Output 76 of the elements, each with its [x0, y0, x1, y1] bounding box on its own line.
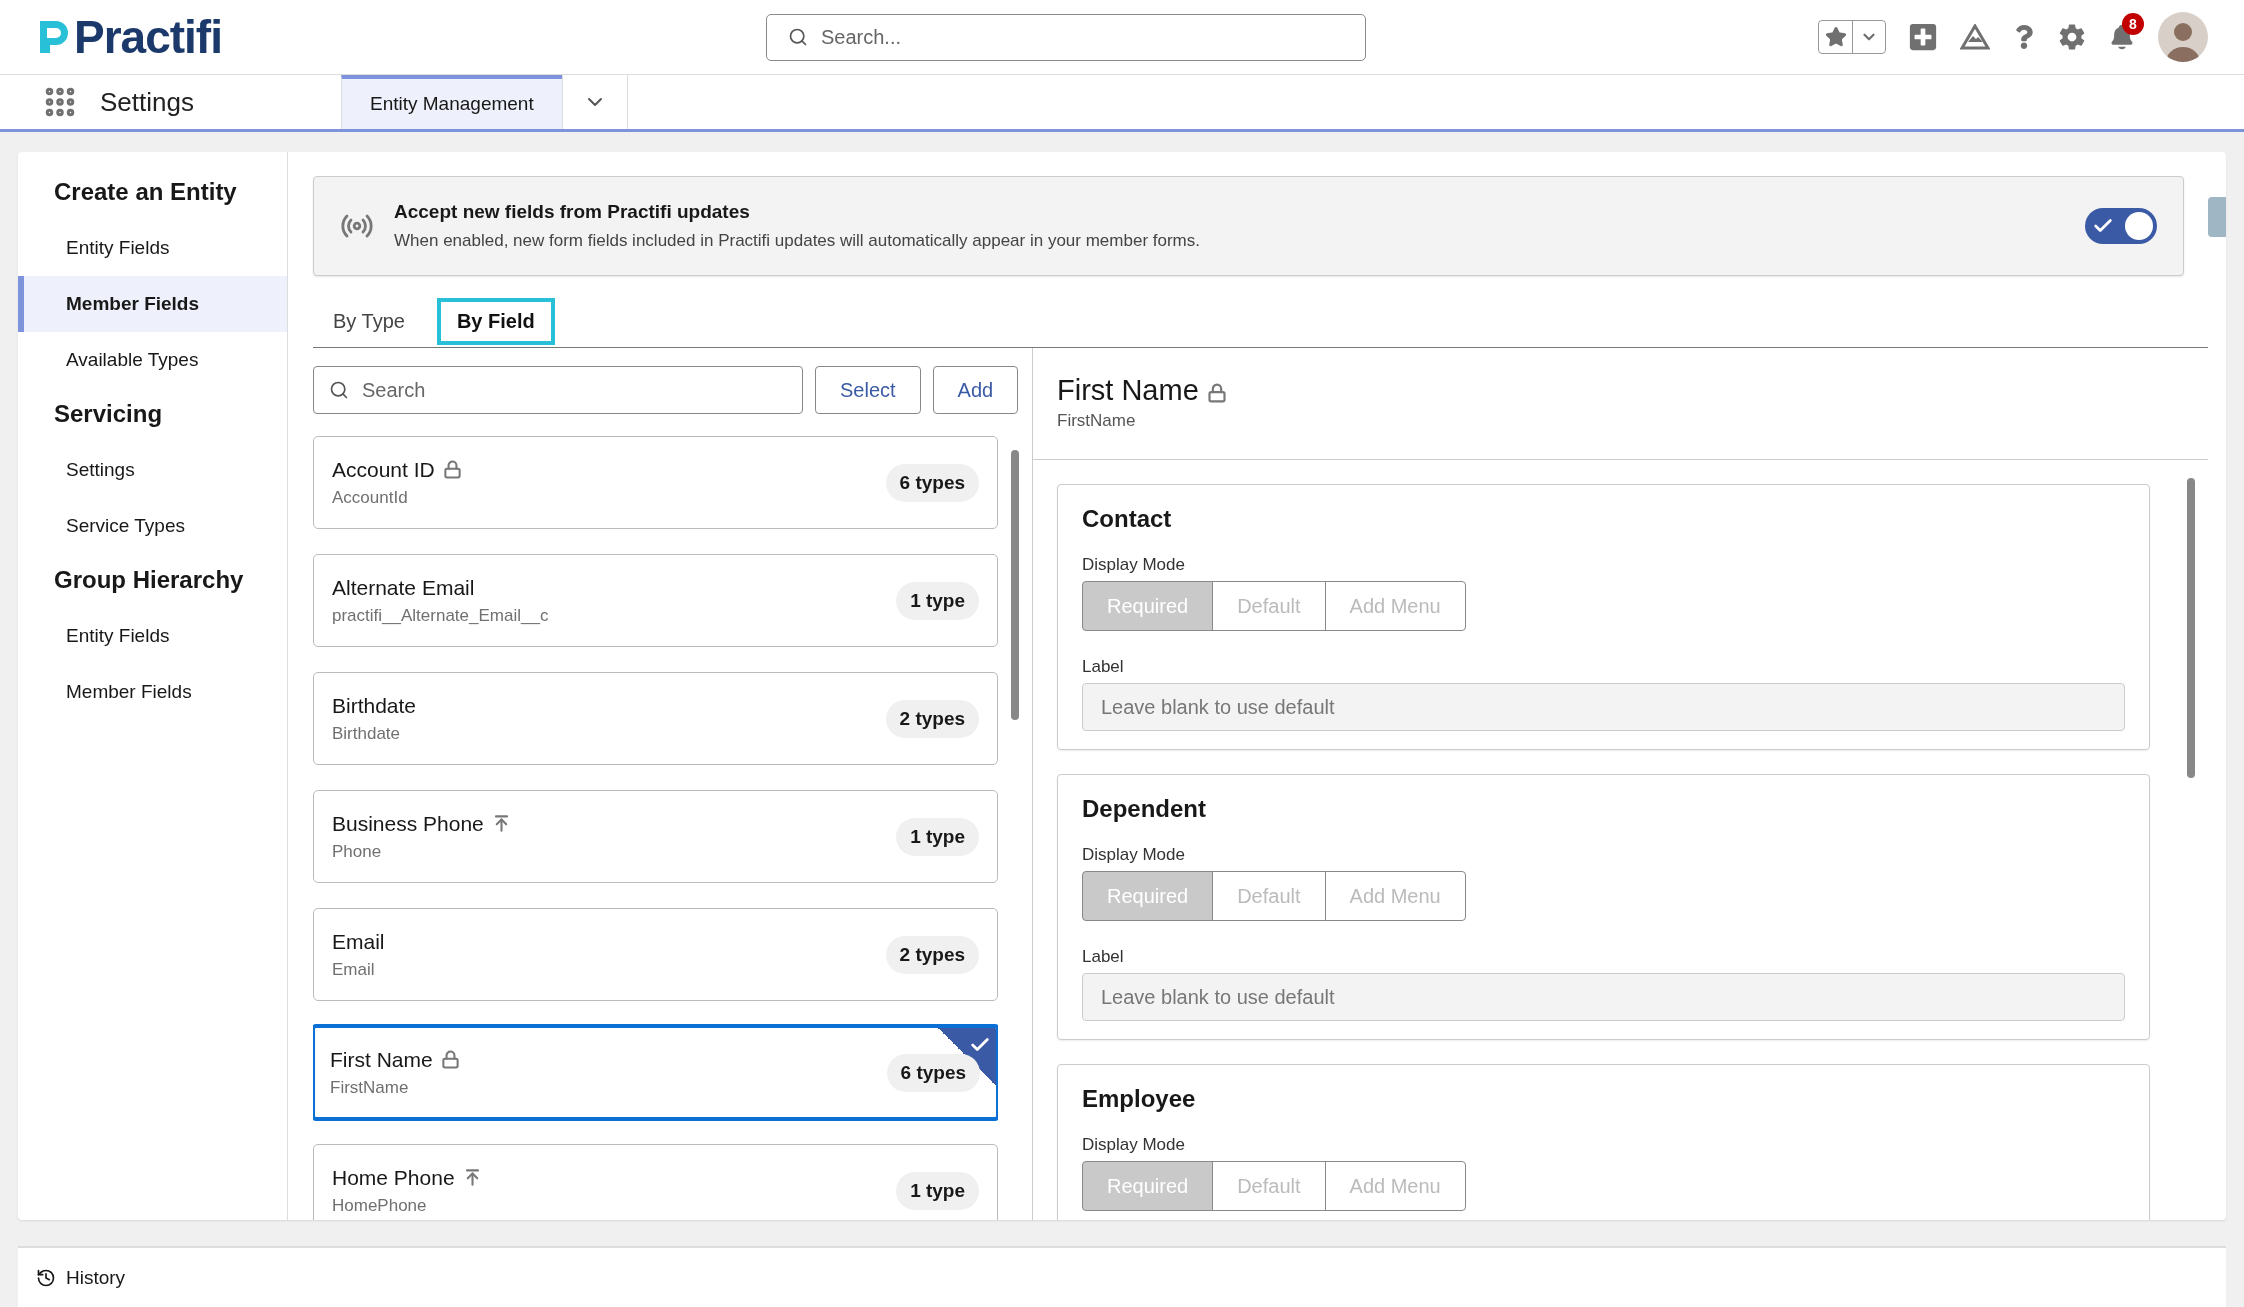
label-input[interactable]: Leave blank to use default: [1082, 683, 2125, 731]
field-name: First Name: [330, 1047, 433, 1072]
detail-api-name: FirstName: [1057, 411, 1137, 431]
search-icon: [788, 27, 808, 47]
field-name: Business Phone: [332, 811, 484, 836]
field-label: Label: [1082, 657, 1125, 677]
field-api-name: HomePhone: [332, 1195, 428, 1216]
logo-text: Practifi: [74, 10, 222, 64]
field-name: Birthdate: [332, 693, 417, 718]
type-count-badge: 1 type: [896, 817, 980, 856]
banner-text: When enabled, new form fields included in Practifi updates will automatically appear in your member forms.: [394, 231, 1200, 251]
field-name: Alternate Email: [332, 575, 475, 600]
view-tab[interactable]: By Field: [436, 298, 555, 345]
type-count-badge: 6 types: [886, 1053, 981, 1092]
field-api-name: FirstName: [330, 1077, 410, 1098]
type-count-badge: 1 type: [896, 581, 980, 620]
field-card[interactable]: Alternate Email practifi__Alternate_Email__c 1 type: [313, 554, 999, 647]
field-card[interactable]: Business Phone Phone 1 type: [313, 790, 999, 883]
field-card[interactable]: Birthdate Birthdate 2 types: [313, 672, 999, 765]
type-count-badge: 2 types: [885, 699, 980, 738]
field-card[interactable]: Account ID AccountId 6 types: [313, 436, 999, 529]
section-title: Dependent: [1082, 795, 1207, 823]
field-label: Display Mode: [1082, 555, 1186, 575]
type-count-badge: 1 type: [896, 1171, 980, 1210]
add-icon[interactable]: [1908, 22, 1938, 52]
sidebar-heading: Group Hierarchy: [53, 565, 245, 595]
sidebar-item[interactable]: Settings: [18, 442, 287, 498]
star-icon: [1824, 26, 1847, 48]
mountain-icon[interactable]: [1960, 24, 1990, 50]
search-field[interactable]: Search: [313, 366, 803, 414]
add-button[interactable]: Add: [932, 366, 1019, 414]
select-button[interactable]: Select: [815, 366, 921, 414]
sidebar-heading: Create an Entity: [53, 177, 238, 207]
field-api-name: practifi__Alternate_Email__c: [332, 605, 549, 626]
history-link[interactable]: History: [66, 1266, 126, 1289]
sidebar-item[interactable]: Entity Fields: [18, 220, 287, 276]
field-name: Home Phone: [332, 1165, 455, 1190]
panel-handle[interactable]: [2208, 197, 2226, 237]
notification-badge: 8: [2122, 13, 2144, 35]
sidebar-item[interactable]: Available Types: [18, 332, 287, 388]
section-title: Contact: [1082, 505, 1173, 533]
field-card[interactable]: Email Email 2 types: [313, 908, 999, 1001]
field-api-name: AccountId: [332, 487, 409, 508]
settings-icon[interactable]: [2058, 23, 2086, 51]
search-field[interactable]: Search...: [766, 14, 1366, 61]
app-name: Settings: [100, 86, 194, 118]
lock-icon: [440, 1050, 460, 1069]
field-api-name: Email: [332, 959, 376, 980]
nav-tab[interactable]: Entity Management: [341, 75, 562, 129]
avatar[interactable]: [2158, 12, 2208, 62]
field-card[interactable]: Home Phone HomePhone 1 type: [313, 1144, 999, 1220]
history-icon: [36, 1267, 56, 1288]
sidebar-item[interactable]: Member Fields: [18, 664, 287, 720]
banner-title: Accept new fields from Practifi updates: [394, 201, 751, 223]
field-api-name: Birthdate: [332, 723, 402, 744]
search-icon: [329, 380, 349, 400]
sidebar-item[interactable]: Service Types: [18, 498, 287, 554]
toggle-switch[interactable]: [2085, 208, 2157, 244]
favorites-button[interactable]: [1818, 20, 1886, 54]
field-name: Email: [332, 929, 385, 954]
field-name: Account ID: [332, 457, 435, 482]
type-count-badge: 2 types: [885, 935, 980, 974]
view-tab[interactable]: By Type: [313, 298, 425, 345]
label-input[interactable]: Leave blank to use default: [1082, 973, 2125, 1021]
field-label: Label: [1082, 947, 1125, 967]
lock-icon: [442, 460, 462, 479]
type-count-badge: 6 types: [885, 463, 980, 502]
field-api-name: Phone: [332, 841, 383, 862]
sidebar-item[interactable]: Entity Fields: [18, 608, 287, 664]
sidebar-heading: Servicing: [53, 399, 164, 429]
detail-title: First Name: [1057, 374, 1199, 407]
sidebar-item[interactable]: Member Fields: [18, 276, 287, 332]
field-label: Display Mode: [1082, 845, 1186, 865]
field-label: Display Mode: [1082, 1135, 1186, 1155]
section-title: Employee: [1082, 1085, 1197, 1113]
field-card[interactable]: First Name FirstName 6 types: [313, 1024, 999, 1121]
